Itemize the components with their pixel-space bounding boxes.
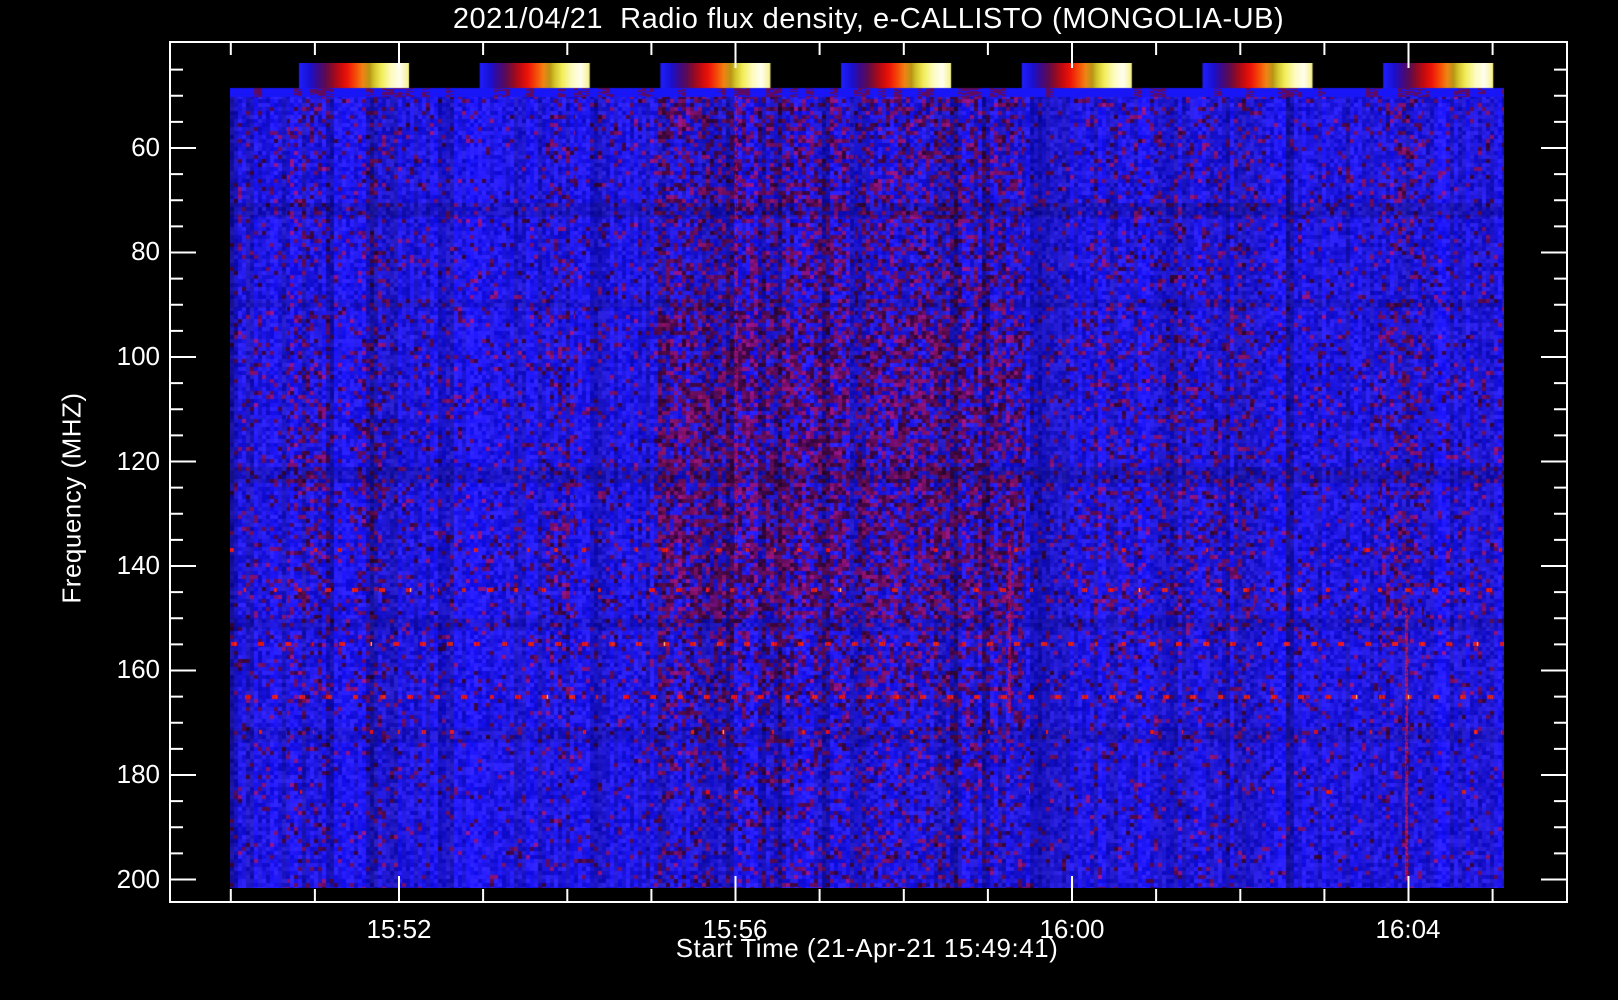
axes-frame xyxy=(169,41,1568,903)
axes-ticks-path xyxy=(169,41,1568,903)
spectrogram-page: { "chart_data": { "type": "heatmap", "ti… xyxy=(0,0,1618,1000)
